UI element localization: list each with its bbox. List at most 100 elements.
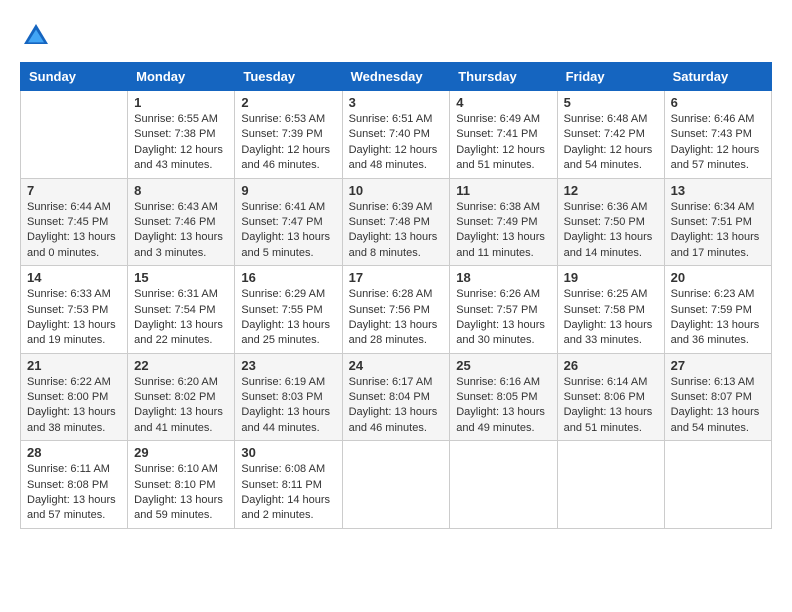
sunset-text: Sunset: 7:51 PM [671, 216, 752, 228]
calendar-cell: 12 Sunrise: 6:36 AM Sunset: 7:50 PM Dayl… [557, 178, 664, 266]
calendar-cell: 28 Sunrise: 6:11 AM Sunset: 8:08 PM Dayl… [21, 441, 128, 529]
sunset-text: Sunset: 7:53 PM [27, 304, 108, 316]
calendar-cell [450, 441, 557, 529]
sunset-text: Sunset: 7:55 PM [241, 304, 322, 316]
daylight-text: Daylight: 13 hours and 30 minutes. [456, 319, 545, 346]
week-row-4: 21 Sunrise: 6:22 AM Sunset: 8:00 PM Dayl… [21, 353, 772, 441]
daylight-text: Daylight: 12 hours and 46 minutes. [241, 144, 330, 171]
day-number: 18 [456, 270, 550, 285]
day-number: 10 [349, 183, 444, 198]
calendar-cell: 2 Sunrise: 6:53 AM Sunset: 7:39 PM Dayli… [235, 91, 342, 179]
calendar-cell: 24 Sunrise: 6:17 AM Sunset: 8:04 PM Dayl… [342, 353, 450, 441]
day-info: Sunrise: 6:55 AM Sunset: 7:38 PM Dayligh… [134, 112, 228, 174]
sunrise-text: Sunrise: 6:51 AM [349, 113, 433, 125]
sunrise-text: Sunrise: 6:41 AM [241, 201, 325, 213]
calendar-cell: 19 Sunrise: 6:25 AM Sunset: 7:58 PM Dayl… [557, 266, 664, 354]
calendar-cell: 29 Sunrise: 6:10 AM Sunset: 8:10 PM Dayl… [128, 441, 235, 529]
page-header [20, 20, 772, 52]
header-sunday: Sunday [21, 63, 128, 91]
daylight-text: Daylight: 13 hours and 5 minutes. [241, 231, 330, 258]
day-number: 23 [241, 358, 335, 373]
day-info: Sunrise: 6:34 AM Sunset: 7:51 PM Dayligh… [671, 200, 765, 262]
sunrise-text: Sunrise: 6:19 AM [241, 376, 325, 388]
day-info: Sunrise: 6:48 AM Sunset: 7:42 PM Dayligh… [564, 112, 658, 174]
sunrise-text: Sunrise: 6:10 AM [134, 463, 218, 475]
calendar-cell: 22 Sunrise: 6:20 AM Sunset: 8:02 PM Dayl… [128, 353, 235, 441]
daylight-text: Daylight: 13 hours and 44 minutes. [241, 406, 330, 433]
day-number: 15 [134, 270, 228, 285]
sunrise-text: Sunrise: 6:38 AM [456, 201, 540, 213]
daylight-text: Daylight: 13 hours and 3 minutes. [134, 231, 223, 258]
sunset-text: Sunset: 7:54 PM [134, 304, 215, 316]
calendar-header-row: SundayMondayTuesdayWednesdayThursdayFrid… [21, 63, 772, 91]
sunrise-text: Sunrise: 6:39 AM [349, 201, 433, 213]
sunset-text: Sunset: 8:05 PM [456, 391, 537, 403]
day-info: Sunrise: 6:23 AM Sunset: 7:59 PM Dayligh… [671, 287, 765, 349]
sunrise-text: Sunrise: 6:33 AM [27, 288, 111, 300]
daylight-text: Daylight: 13 hours and 59 minutes. [134, 494, 223, 521]
calendar-cell: 27 Sunrise: 6:13 AM Sunset: 8:07 PM Dayl… [664, 353, 771, 441]
sunrise-text: Sunrise: 6:53 AM [241, 113, 325, 125]
logo [20, 20, 56, 52]
day-number: 5 [564, 95, 658, 110]
week-row-1: 1 Sunrise: 6:55 AM Sunset: 7:38 PM Dayli… [21, 91, 772, 179]
sunrise-text: Sunrise: 6:44 AM [27, 201, 111, 213]
sunrise-text: Sunrise: 6:48 AM [564, 113, 648, 125]
daylight-text: Daylight: 13 hours and 25 minutes. [241, 319, 330, 346]
day-number: 29 [134, 445, 228, 460]
daylight-text: Daylight: 13 hours and 17 minutes. [671, 231, 760, 258]
daylight-text: Daylight: 13 hours and 19 minutes. [27, 319, 116, 346]
sunrise-text: Sunrise: 6:22 AM [27, 376, 111, 388]
calendar-cell: 1 Sunrise: 6:55 AM Sunset: 7:38 PM Dayli… [128, 91, 235, 179]
sunrise-text: Sunrise: 6:43 AM [134, 201, 218, 213]
day-info: Sunrise: 6:17 AM Sunset: 8:04 PM Dayligh… [349, 375, 444, 437]
daylight-text: Daylight: 12 hours and 54 minutes. [564, 144, 653, 171]
sunrise-text: Sunrise: 6:20 AM [134, 376, 218, 388]
sunset-text: Sunset: 7:50 PM [564, 216, 645, 228]
sunrise-text: Sunrise: 6:13 AM [671, 376, 755, 388]
sunset-text: Sunset: 8:00 PM [27, 391, 108, 403]
daylight-text: Daylight: 12 hours and 51 minutes. [456, 144, 545, 171]
sunrise-text: Sunrise: 6:55 AM [134, 113, 218, 125]
sunset-text: Sunset: 7:57 PM [456, 304, 537, 316]
day-info: Sunrise: 6:22 AM Sunset: 8:00 PM Dayligh… [27, 375, 121, 437]
day-info: Sunrise: 6:28 AM Sunset: 7:56 PM Dayligh… [349, 287, 444, 349]
sunrise-text: Sunrise: 6:34 AM [671, 201, 755, 213]
day-number: 13 [671, 183, 765, 198]
daylight-text: Daylight: 13 hours and 33 minutes. [564, 319, 653, 346]
sunset-text: Sunset: 7:46 PM [134, 216, 215, 228]
day-info: Sunrise: 6:19 AM Sunset: 8:03 PM Dayligh… [241, 375, 335, 437]
calendar-cell: 10 Sunrise: 6:39 AM Sunset: 7:48 PM Dayl… [342, 178, 450, 266]
daylight-text: Daylight: 12 hours and 48 minutes. [349, 144, 438, 171]
week-row-5: 28 Sunrise: 6:11 AM Sunset: 8:08 PM Dayl… [21, 441, 772, 529]
calendar: SundayMondayTuesdayWednesdayThursdayFrid… [20, 62, 772, 529]
sunrise-text: Sunrise: 6:23 AM [671, 288, 755, 300]
header-thursday: Thursday [450, 63, 557, 91]
sunset-text: Sunset: 8:06 PM [564, 391, 645, 403]
daylight-text: Daylight: 13 hours and 49 minutes. [456, 406, 545, 433]
week-row-2: 7 Sunrise: 6:44 AM Sunset: 7:45 PM Dayli… [21, 178, 772, 266]
sunset-text: Sunset: 7:58 PM [564, 304, 645, 316]
sunset-text: Sunset: 8:08 PM [27, 479, 108, 491]
day-number: 25 [456, 358, 550, 373]
daylight-text: Daylight: 14 hours and 2 minutes. [241, 494, 330, 521]
sunset-text: Sunset: 7:39 PM [241, 128, 322, 140]
daylight-text: Daylight: 13 hours and 54 minutes. [671, 406, 760, 433]
day-number: 27 [671, 358, 765, 373]
calendar-cell: 21 Sunrise: 6:22 AM Sunset: 8:00 PM Dayl… [21, 353, 128, 441]
daylight-text: Daylight: 13 hours and 14 minutes. [564, 231, 653, 258]
daylight-text: Daylight: 12 hours and 57 minutes. [671, 144, 760, 171]
day-info: Sunrise: 6:31 AM Sunset: 7:54 PM Dayligh… [134, 287, 228, 349]
day-info: Sunrise: 6:10 AM Sunset: 8:10 PM Dayligh… [134, 462, 228, 524]
day-number: 26 [564, 358, 658, 373]
day-info: Sunrise: 6:14 AM Sunset: 8:06 PM Dayligh… [564, 375, 658, 437]
day-number: 2 [241, 95, 335, 110]
header-tuesday: Tuesday [235, 63, 342, 91]
sunrise-text: Sunrise: 6:28 AM [349, 288, 433, 300]
calendar-cell: 25 Sunrise: 6:16 AM Sunset: 8:05 PM Dayl… [450, 353, 557, 441]
day-number: 7 [27, 183, 121, 198]
day-info: Sunrise: 6:20 AM Sunset: 8:02 PM Dayligh… [134, 375, 228, 437]
sunrise-text: Sunrise: 6:08 AM [241, 463, 325, 475]
sunset-text: Sunset: 7:48 PM [349, 216, 430, 228]
header-friday: Friday [557, 63, 664, 91]
